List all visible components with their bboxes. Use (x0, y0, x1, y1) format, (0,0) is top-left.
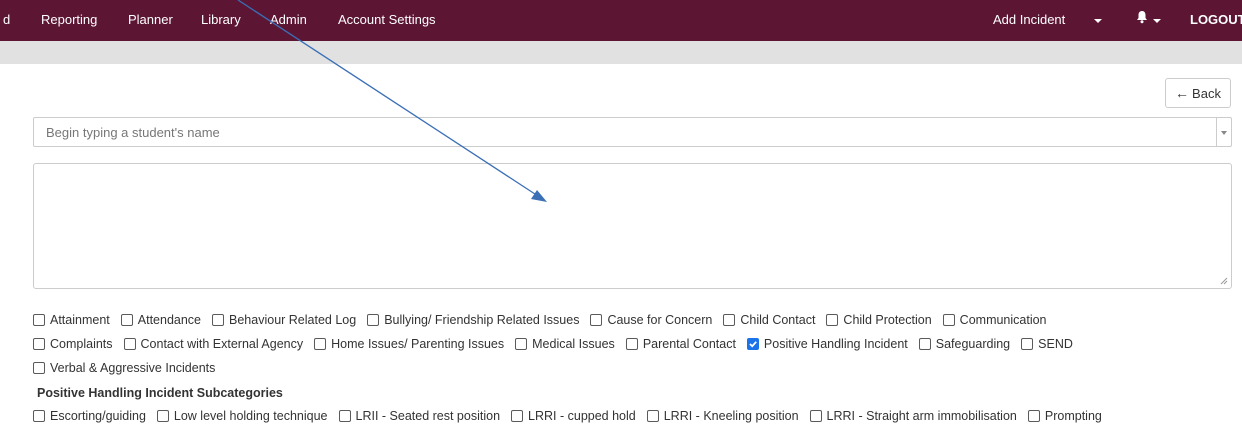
checkbox-attendance[interactable]: Attendance (120, 313, 202, 327)
checkbox-lrri-cupped-hold[interactable]: LRRI - cupped hold (511, 409, 636, 423)
checkbox-child-protection[interactable]: Child Protection (826, 313, 932, 327)
chevron-down-icon[interactable] (1094, 19, 1102, 23)
checkbox-box[interactable] (723, 314, 736, 326)
checkbox-label: Child Contact (740, 313, 816, 327)
checkbox-attainment[interactable]: Attainment (33, 313, 110, 327)
resize-grip-icon[interactable] (1220, 277, 1228, 285)
checkbox-lrri-straight-arm[interactable]: LRRI - Straight arm immobilisation (809, 409, 1017, 423)
checkbox-lrii-seated-rest[interactable]: LRII - Seated rest position (338, 409, 501, 423)
checkbox-label: Child Protection (843, 313, 932, 327)
checkbox-medical-issues[interactable]: Medical Issues (515, 337, 615, 351)
checkbox-verbal-aggressive[interactable]: Verbal & Aggressive Incidents (33, 361, 215, 375)
checkbox-label: Prompting (1044, 409, 1102, 423)
checkbox-lrri-kneeling[interactable]: LRRI - Kneeling position (646, 409, 799, 423)
checkbox-label: LRII - Seated rest position (355, 409, 501, 423)
subcategory-row: Escorting/guiding Low level holding tech… (33, 409, 1113, 423)
checkbox-box[interactable] (156, 410, 169, 422)
checkbox-box[interactable] (338, 410, 351, 422)
checkbox-send[interactable]: SEND (1021, 337, 1073, 351)
nav-item-admin[interactable]: Admin (270, 12, 307, 27)
checkbox-low-level-holding[interactable]: Low level holding technique (156, 409, 328, 423)
checkbox-box[interactable] (123, 338, 136, 350)
checkbox-label: Attendance (137, 313, 202, 327)
checkbox-box[interactable] (515, 338, 528, 350)
checkbox-box[interactable] (590, 314, 603, 326)
student-search-select[interactable]: Begin typing a student's name (33, 117, 1232, 147)
add-incident-menu[interactable]: Add Incident (993, 12, 1065, 27)
checkbox-box[interactable] (33, 410, 45, 422)
checkbox-bullying-friendship[interactable]: Bullying/ Friendship Related Issues (367, 313, 579, 327)
incident-notes-textarea[interactable] (33, 163, 1232, 289)
checkbox-label: Positive Handling Incident (763, 337, 908, 351)
checkbox-box[interactable] (33, 362, 45, 374)
category-row-2: Complaints Contact with External Agency … (33, 337, 1084, 351)
checkbox-label: LRRI - Kneeling position (663, 409, 799, 423)
checkbox-box[interactable] (1027, 410, 1040, 422)
sub-toolbar (0, 41, 1242, 64)
checkbox-box[interactable] (120, 314, 133, 326)
top-navbar: d Reporting Planner Library Admin Accoun… (0, 0, 1242, 41)
checkbox-label: Contact with External Agency (140, 337, 304, 351)
checkbox-box[interactable] (625, 338, 638, 350)
checkbox-label: Behaviour Related Log (229, 313, 357, 327)
checkbox-box[interactable] (33, 338, 45, 350)
select-divider (1216, 118, 1217, 146)
checkbox-label: Attainment (50, 313, 110, 327)
checkbox-label: Communication (959, 313, 1047, 327)
checkbox-label: Low level holding technique (173, 409, 328, 423)
checkbox-behaviour-related-log[interactable]: Behaviour Related Log (212, 313, 356, 327)
checkbox-label: Complaints (50, 337, 113, 351)
checkbox-box[interactable] (212, 314, 225, 326)
nav-item-reporting[interactable]: Reporting (41, 12, 97, 27)
checkbox-box[interactable] (314, 338, 327, 350)
checkbox-box[interactable] (1021, 338, 1034, 350)
checkbox-label: Cause for Concern (607, 313, 713, 327)
checkbox-cause-for-concern[interactable]: Cause for Concern (590, 313, 712, 327)
checkbox-label: LRRI - Straight arm immobilisation (826, 409, 1017, 423)
checkbox-box[interactable] (826, 314, 839, 326)
checkbox-parental-contact[interactable]: Parental Contact (625, 337, 736, 351)
student-search-placeholder: Begin typing a student's name (46, 125, 220, 140)
logout-link[interactable]: LOGOUT (1190, 12, 1242, 27)
checkbox-box[interactable] (746, 338, 759, 350)
checkbox-label: Safeguarding (935, 337, 1011, 351)
nav-item-library[interactable]: Library (201, 12, 241, 27)
category-row-3: Verbal & Aggressive Incidents (33, 361, 226, 375)
back-button-label: Back (1192, 85, 1221, 101)
checkbox-label: Bullying/ Friendship Related Issues (384, 313, 580, 327)
checkbox-box[interactable] (918, 338, 931, 350)
checkbox-child-contact[interactable]: Child Contact (723, 313, 815, 327)
checkbox-safeguarding[interactable]: Safeguarding (918, 337, 1011, 351)
checkbox-label: SEND (1038, 337, 1073, 351)
back-button[interactable]: ← Back (1165, 78, 1231, 108)
checkbox-box[interactable] (646, 410, 659, 422)
checkbox-communication[interactable]: Communication (942, 313, 1047, 327)
nav-item-planner[interactable]: Planner (128, 12, 173, 27)
checkbox-box[interactable] (809, 410, 822, 422)
checkbox-box[interactable] (367, 314, 380, 326)
checkbox-positive-handling-incident[interactable]: Positive Handling Incident (746, 337, 908, 351)
chevron-down-icon[interactable] (1153, 19, 1161, 23)
checkbox-box[interactable] (511, 410, 524, 422)
arrow-left-icon: ← (1175, 85, 1190, 101)
checkbox-label: Verbal & Aggressive Incidents (50, 361, 216, 375)
checkbox-label: LRRI - cupped hold (528, 409, 636, 423)
checkbox-contact-external-agency[interactable]: Contact with External Agency (123, 337, 304, 351)
subcategories-heading: Positive Handling Incident Subcategories (37, 386, 283, 400)
chevron-down-icon[interactable] (1221, 131, 1227, 135)
checkbox-escorting-guiding[interactable]: Escorting/guiding (33, 409, 146, 423)
checkbox-box[interactable] (33, 314, 45, 326)
checkbox-label: Home Issues/ Parenting Issues (331, 337, 505, 351)
checkbox-prompting[interactable]: Prompting (1027, 409, 1102, 423)
checkbox-box[interactable] (942, 314, 955, 326)
nav-item-truncated[interactable]: d (3, 12, 10, 27)
nav-item-account-settings[interactable]: Account Settings (338, 12, 436, 27)
checkbox-label: Parental Contact (642, 337, 736, 351)
checkbox-label: Escorting/guiding (50, 409, 146, 423)
bell-icon[interactable] (1136, 10, 1148, 27)
checkbox-complaints[interactable]: Complaints (33, 337, 113, 351)
checkbox-home-issues[interactable]: Home Issues/ Parenting Issues (314, 337, 504, 351)
category-row-1: Attainment Attendance Behaviour Related … (33, 313, 1058, 327)
checkbox-label: Medical Issues (532, 337, 615, 351)
